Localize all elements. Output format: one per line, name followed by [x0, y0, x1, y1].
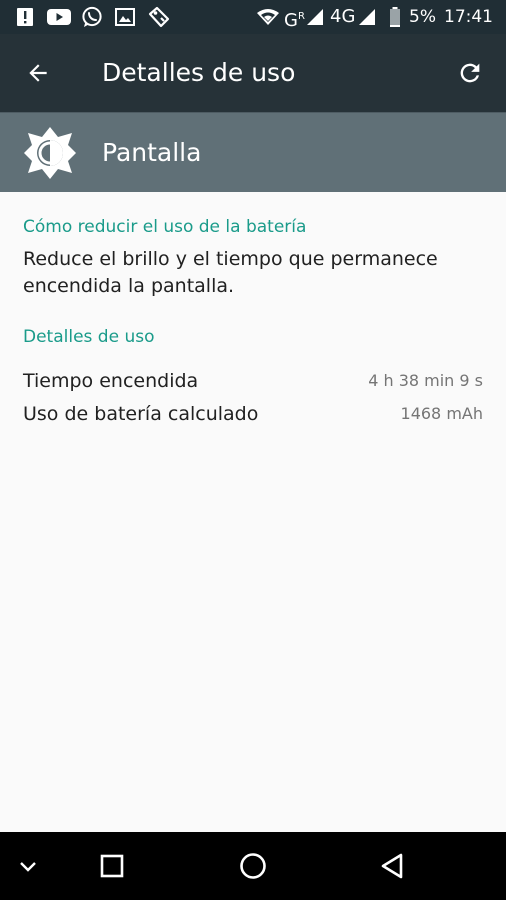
- recents-icon: [100, 854, 124, 878]
- status-bar: GR 4G 5% 17:41: [0, 0, 506, 34]
- whatsapp-icon: [80, 6, 104, 28]
- recents-button[interactable]: [92, 846, 132, 886]
- signal-label: GR: [284, 6, 305, 31]
- navigation-bar: [0, 832, 506, 900]
- home-icon: [240, 853, 266, 879]
- usage-row-label: Uso de batería calculado: [23, 403, 259, 425]
- signal-sup: R: [297, 11, 305, 22]
- image-icon: [114, 6, 136, 28]
- tag-icon: [146, 6, 172, 28]
- hide-keyboard-button[interactable]: [8, 846, 48, 886]
- app-bar: Detalles de uso: [0, 34, 506, 112]
- clock: 17:41: [444, 7, 493, 27]
- usage-row-value: 1468 mAh: [400, 404, 483, 423]
- chevron-down-icon: [20, 862, 36, 872]
- usage-row-value: 4 h 38 min 9 s: [368, 371, 483, 390]
- back-nav-button[interactable]: [373, 846, 413, 886]
- refresh-icon: [460, 63, 480, 83]
- back-triangle-icon: [381, 853, 403, 879]
- usage-row-time-on: Tiempo encendida 4 h 38 min 9 s: [23, 365, 483, 397]
- battery-percent: 5%: [409, 7, 436, 27]
- usage-item-label: Pantalla: [102, 138, 202, 167]
- battery-icon: [388, 6, 402, 28]
- youtube-icon: [46, 6, 72, 28]
- wifi-icon: [256, 6, 280, 28]
- tips-section-title: Cómo reducir el uso de la batería: [23, 217, 307, 237]
- signal-icon: [306, 6, 324, 28]
- network-type: 4G: [330, 6, 356, 27]
- page-title: Detalles de uso: [102, 58, 296, 87]
- usage-row-label: Tiempo encendida: [23, 370, 199, 392]
- screen: GR 4G 5% 17:41 Detalles de uso Pantalla …: [0, 0, 506, 900]
- refresh-button[interactable]: [452, 55, 488, 91]
- arrow-back-icon: [29, 64, 47, 82]
- usage-row-battery: Uso de batería calculado 1468 mAh: [23, 398, 483, 430]
- alert-icon: [14, 6, 36, 28]
- usage-item-header: Pantalla: [0, 112, 506, 192]
- home-button[interactable]: [233, 846, 273, 886]
- brightness-icon: [22, 125, 78, 181]
- tips-text: Reduce el brillo y el tiempo que permane…: [23, 248, 438, 297]
- usage-section-title: Detalles de uso: [23, 327, 155, 347]
- back-button[interactable]: [20, 55, 56, 91]
- signal-letter: G: [284, 10, 298, 31]
- signal-icon: [358, 6, 376, 28]
